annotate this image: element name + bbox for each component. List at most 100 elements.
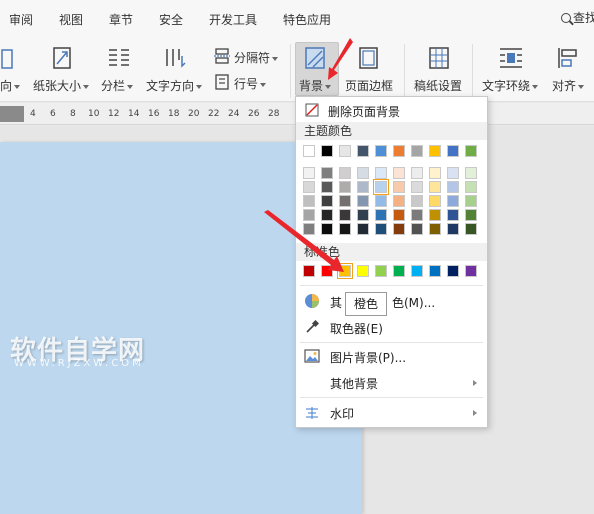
theme-shade-swatch[interactable]	[357, 223, 369, 235]
columns-button[interactable]: 分栏	[101, 77, 134, 94]
theme-shade-swatch[interactable]	[411, 223, 423, 235]
theme-shade-swatch[interactable]	[447, 167, 459, 179]
theme-color-swatch[interactable]	[357, 145, 369, 157]
other-background-item[interactable]: 其他背景	[296, 373, 487, 393]
remove-background-item[interactable]: 删除页面背景	[296, 102, 487, 120]
separator-button[interactable]: 分隔符	[234, 49, 279, 66]
theme-shade-swatch[interactable]	[303, 181, 315, 193]
theme-shade-swatch[interactable]	[375, 167, 387, 179]
separator-label: 分隔符	[234, 51, 271, 65]
theme-color-swatch[interactable]	[303, 145, 315, 157]
page-border-icon	[358, 46, 380, 73]
theme-shade-swatch[interactable]	[429, 181, 441, 193]
standard-color-swatch[interactable]	[375, 265, 387, 277]
line-number-button[interactable]: 行号	[234, 75, 267, 92]
menu-view[interactable]: 视图	[59, 11, 83, 28]
standard-color-swatch[interactable]	[465, 265, 477, 277]
text-wrap-button[interactable]: 文字环绕	[482, 77, 539, 94]
theme-shade-swatch[interactable]	[465, 195, 477, 207]
picture-background-item[interactable]: 图片背景(P)...	[296, 347, 487, 367]
standard-color-swatch[interactable]	[429, 265, 441, 277]
standard-color-swatch[interactable]	[411, 265, 423, 277]
theme-shade-swatch[interactable]	[357, 195, 369, 207]
menu-review[interactable]: 审阅	[9, 11, 33, 28]
page-border-button[interactable]: 页面边框	[345, 77, 393, 94]
more-fill-colors-item[interactable]: 其 色(M)...	[296, 292, 487, 312]
theme-shade-swatch[interactable]	[465, 181, 477, 193]
theme-shade-swatch[interactable]	[321, 181, 333, 193]
text-wrap-icon	[498, 46, 524, 73]
theme-color-swatch[interactable]	[375, 145, 387, 157]
ruler-margin	[0, 106, 24, 122]
theme-shade-swatch[interactable]	[321, 223, 333, 235]
theme-shade-swatch[interactable]	[465, 167, 477, 179]
background-label-wrap: 背景	[299, 77, 332, 94]
watermark-item[interactable]: 水印	[296, 403, 487, 423]
standard-color-swatch[interactable]	[393, 265, 405, 277]
standard-color-swatch[interactable]	[303, 265, 315, 277]
standard-color-swatch[interactable]	[321, 265, 333, 277]
theme-color-swatch[interactable]	[339, 145, 351, 157]
theme-shade-swatch[interactable]	[429, 209, 441, 221]
theme-shade-swatch[interactable]	[321, 167, 333, 179]
theme-shade-swatch[interactable]	[375, 223, 387, 235]
grid-paper-button[interactable]: 稿纸设置	[414, 77, 462, 94]
theme-shade-swatch[interactable]	[339, 223, 351, 235]
theme-color-swatch[interactable]	[429, 145, 441, 157]
theme-shade-swatch[interactable]	[411, 167, 423, 179]
theme-shade-swatch[interactable]	[339, 195, 351, 207]
theme-shade-swatch[interactable]	[429, 223, 441, 235]
theme-shade-swatch[interactable]	[393, 167, 405, 179]
theme-shade-swatch[interactable]	[321, 209, 333, 221]
theme-shade-swatch[interactable]	[375, 209, 387, 221]
theme-shade-swatch[interactable]	[465, 223, 477, 235]
theme-shade-swatch[interactable]	[411, 181, 423, 193]
theme-shade-swatch[interactable]	[447, 209, 459, 221]
theme-shade-swatch[interactable]	[357, 209, 369, 221]
search-icon	[561, 13, 571, 23]
theme-shade-swatch[interactable]	[447, 181, 459, 193]
standard-color-swatch[interactable]	[337, 263, 353, 279]
theme-shade-swatch[interactable]	[411, 209, 423, 221]
theme-shade-swatch[interactable]	[393, 209, 405, 221]
theme-shade-swatch[interactable]	[303, 167, 315, 179]
theme-shade-swatch[interactable]	[411, 195, 423, 207]
theme-shade-swatch[interactable]	[429, 167, 441, 179]
theme-shade-swatch[interactable]	[303, 195, 315, 207]
orientation-button[interactable]: 向	[0, 77, 21, 94]
theme-shade-swatch[interactable]	[393, 195, 405, 207]
theme-shade-swatch[interactable]	[339, 181, 351, 193]
theme-color-swatch[interactable]	[411, 145, 423, 157]
theme-shade-swatch[interactable]	[447, 195, 459, 207]
menu-security[interactable]: 安全	[159, 11, 183, 28]
menu-developer-tools[interactable]: 开发工具	[209, 11, 257, 28]
menu-special-apps[interactable]: 特色应用	[283, 11, 331, 28]
theme-shade-swatch[interactable]	[357, 181, 369, 193]
theme-color-swatch[interactable]	[465, 145, 477, 157]
theme-shade-swatch[interactable]	[393, 181, 405, 193]
theme-shade-swatch[interactable]	[375, 195, 387, 207]
theme-shade-swatch[interactable]	[339, 209, 351, 221]
paper-size-button[interactable]: 纸张大小	[33, 77, 90, 94]
theme-shade-swatch[interactable]	[303, 209, 315, 221]
theme-shade-swatch[interactable]	[339, 167, 351, 179]
search-button[interactable]: 查找	[561, 9, 594, 26]
theme-shade-swatch[interactable]	[393, 223, 405, 235]
standard-color-swatch[interactable]	[357, 265, 369, 277]
standard-color-swatch[interactable]	[447, 265, 459, 277]
theme-shade-swatch[interactable]	[357, 167, 369, 179]
theme-shade-swatch[interactable]	[321, 195, 333, 207]
theme-shade-swatch[interactable]	[447, 223, 459, 235]
text-direction-button[interactable]: 文字方向	[146, 77, 203, 94]
theme-color-swatch[interactable]	[447, 145, 459, 157]
theme-shade-swatch[interactable]	[373, 179, 389, 195]
menu-chapter[interactable]: 章节	[109, 11, 133, 28]
align-button[interactable]: 对齐	[552, 77, 585, 94]
picture-background-label: 图片背景(P)...	[330, 351, 407, 365]
eyedropper-item[interactable]: 取色器(E)	[296, 318, 487, 338]
theme-color-swatch[interactable]	[393, 145, 405, 157]
theme-shade-swatch[interactable]	[429, 195, 441, 207]
theme-color-swatch[interactable]	[321, 145, 333, 157]
theme-shade-swatch[interactable]	[465, 209, 477, 221]
theme-shade-swatch[interactable]	[303, 223, 315, 235]
